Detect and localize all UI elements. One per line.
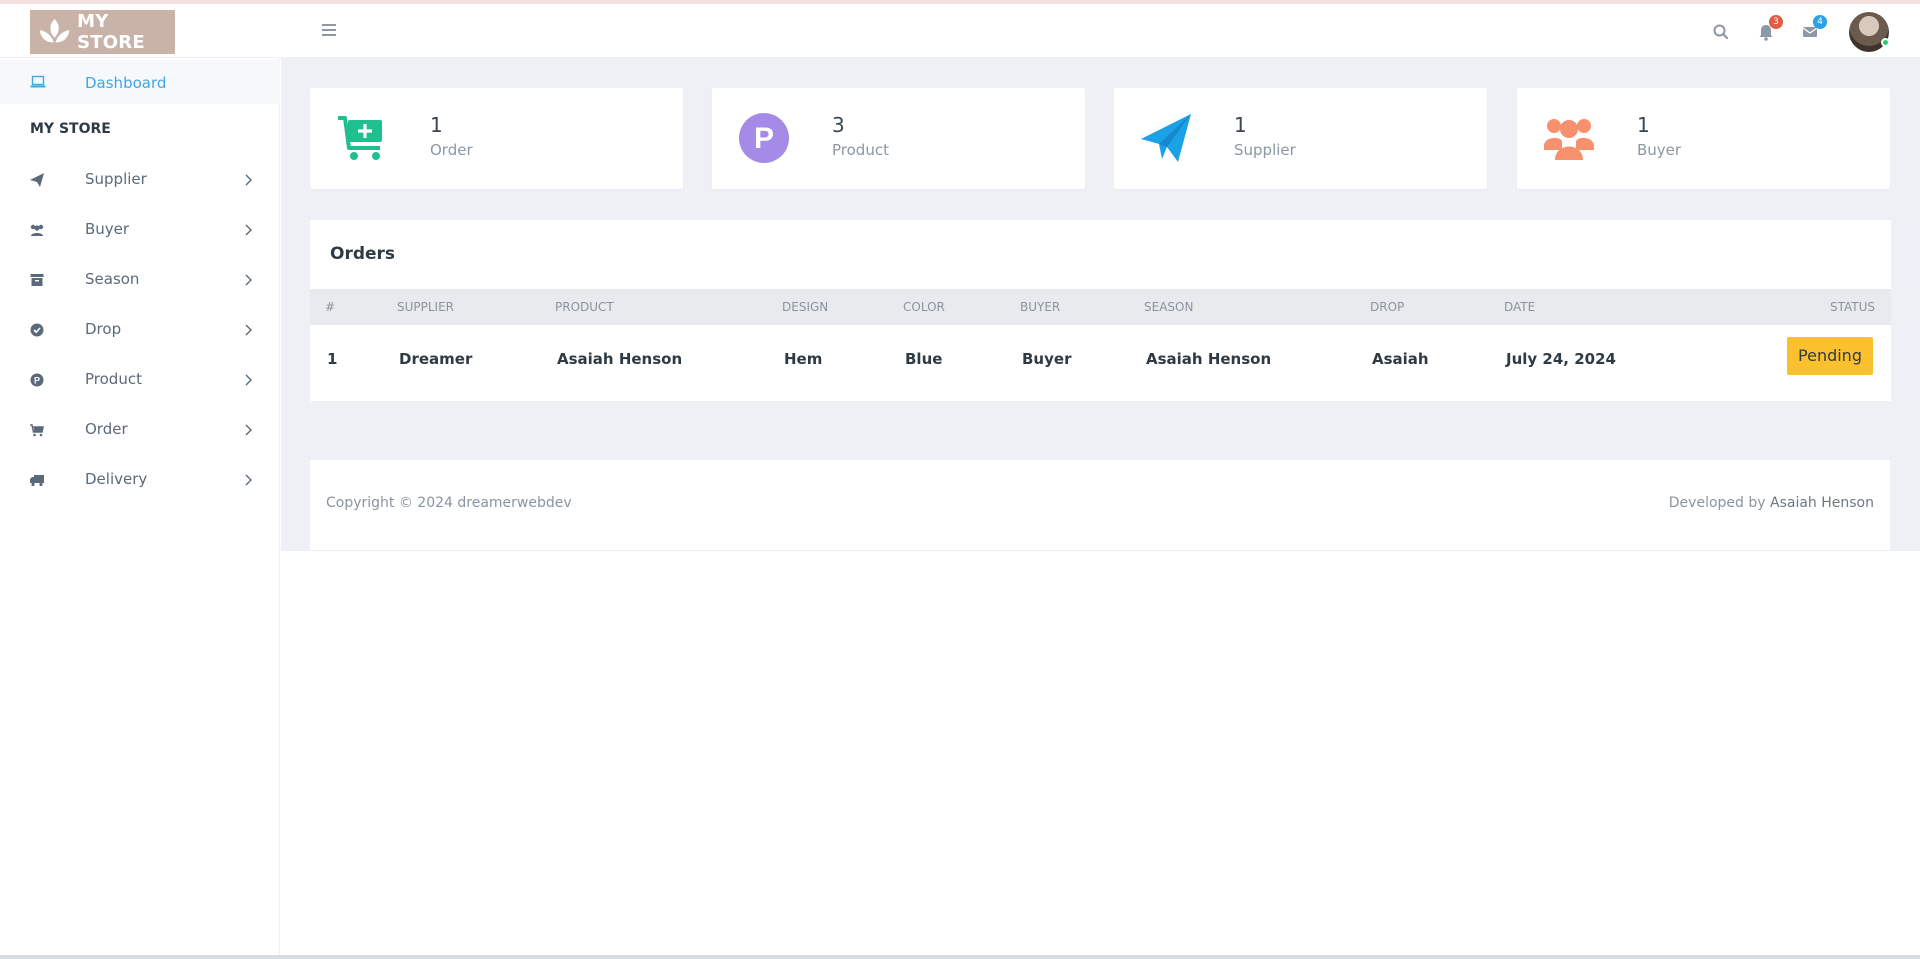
orders-table-header: # SUPPLIER PRODUCT DESIGN COLOR BUYER SE…: [310, 289, 1891, 325]
footer: Copyright © 2024 dreamerwebdev Developed…: [310, 460, 1890, 550]
chevron-right-icon: [245, 224, 252, 236]
search-icon[interactable]: [1707, 18, 1735, 46]
stat-value: 1: [1637, 113, 1650, 137]
column-header-buyer: BUYER: [1020, 300, 1061, 314]
sidebar-item-label: Delivery: [85, 470, 148, 488]
stat-value: 3: [832, 113, 845, 137]
stat-value: 1: [1234, 113, 1247, 137]
chevron-right-icon: [245, 474, 252, 486]
laptop-icon: [30, 75, 46, 88]
users-icon: [30, 224, 44, 236]
stat-label: Order: [430, 141, 473, 159]
notification-count-badge: 3: [1769, 15, 1783, 29]
sidebar-item-drop[interactable]: Drop: [0, 307, 280, 353]
cell-buyer: Buyer: [1022, 350, 1072, 368]
svg-text:P: P: [754, 122, 774, 155]
sidebar-item-order[interactable]: Order: [0, 407, 280, 453]
bell-icon[interactable]: 3: [1752, 15, 1783, 46]
stat-value: 1: [430, 113, 443, 137]
archive-icon: [30, 274, 44, 286]
column-header-drop: DROP: [1370, 300, 1405, 314]
table-row[interactable]: 1 Dreamer Asaiah Henson Hem Blue Buyer A…: [310, 325, 1891, 401]
sidebar-item-season[interactable]: Season: [0, 257, 280, 303]
sidebar-item-delivery[interactable]: Delivery: [0, 457, 280, 503]
sidebar-item-label: Drop: [85, 320, 122, 338]
chevron-right-icon: [245, 174, 252, 186]
sidebar-item-buyer[interactable]: Buyer: [0, 207, 280, 253]
stat-label: Product: [832, 141, 889, 159]
menu-toggle-icon[interactable]: [322, 21, 344, 41]
sidebar-item-label: Product: [85, 370, 142, 388]
leaf-logo-icon: [39, 19, 70, 43]
cell-product: Asaiah Henson: [557, 350, 683, 368]
cell-drop: Asaiah: [1372, 350, 1429, 368]
stat-card-product[interactable]: P 3 Product: [712, 88, 1085, 189]
developed-by-label: Developed by: [1668, 495, 1766, 511]
sidebar-item-label: Supplier: [85, 170, 147, 188]
sidebar-item-label: Dashboard: [85, 74, 167, 92]
developer-credit: Developed by Asaiah Henson: [1669, 495, 1874, 511]
sidebar-item-product[interactable]: P Product: [0, 357, 280, 403]
column-header-date: DATE: [1504, 300, 1536, 314]
column-header-product: PRODUCT: [555, 300, 614, 314]
paper-plane-icon: [1141, 114, 1191, 162]
copyright-text: Copyright © 2024 dreamerwebdev: [326, 495, 572, 511]
cell-season: Asaiah Henson: [1146, 350, 1272, 368]
product-p-icon: P: [739, 113, 789, 163]
user-avatar[interactable]: [1849, 12, 1890, 52]
cell-design: Hem: [784, 350, 823, 368]
chevron-right-icon: [245, 324, 252, 336]
stat-card-order[interactable]: 1 Order: [310, 88, 683, 189]
sidebar-item-label: Season: [85, 270, 140, 288]
orders-panel: Orders # SUPPLIER PRODUCT DESIGN COLOR B…: [310, 220, 1891, 401]
paper-plane-icon: [30, 173, 44, 187]
column-header-supplier: SUPPLIER: [397, 300, 455, 314]
chevron-right-icon: [245, 274, 252, 286]
users-icon: [1544, 119, 1594, 160]
cell-num: 1: [327, 350, 338, 368]
stat-label: Supplier: [1234, 141, 1296, 159]
brand-name: MY STORE: [77, 11, 145, 53]
truck-icon: [30, 475, 44, 487]
chevron-right-icon: [245, 374, 252, 386]
column-header-season: SEASON: [1144, 300, 1194, 314]
column-header-design: DESIGN: [782, 300, 829, 314]
column-header-num: #: [325, 300, 336, 314]
cell-color: Blue: [905, 350, 943, 368]
cell-supplier: Dreamer: [399, 350, 473, 368]
check-circle-icon: [30, 323, 44, 337]
online-status-dot: [1881, 38, 1890, 47]
message-count-badge: 4: [1813, 15, 1827, 29]
column-header-status: STATUS: [1830, 300, 1876, 314]
cart-icon: [30, 424, 44, 437]
stat-card-buyer[interactable]: 1 Buyer: [1517, 88, 1890, 189]
chevron-right-icon: [245, 424, 252, 436]
envelope-icon[interactable]: 4: [1796, 15, 1827, 46]
orders-title: Orders: [330, 244, 396, 264]
stat-label: Buyer: [1637, 141, 1682, 159]
sidebar-item-label: Buyer: [85, 220, 130, 238]
sidebar-section-title: MY STORE: [30, 121, 111, 137]
stat-card-supplier[interactable]: 1 Supplier: [1114, 88, 1487, 189]
top-header: MY STORE 3 4: [0, 4, 1920, 58]
bottom-scrollbar-track: [0, 955, 1920, 959]
svg-text:P: P: [34, 376, 40, 386]
developer-link[interactable]: Asaiah Henson: [1770, 495, 1874, 511]
sidebar-item-label: Order: [85, 420, 128, 438]
sidebar-item-supplier[interactable]: Supplier: [0, 157, 280, 203]
cell-date: July 24, 2024: [1506, 350, 1616, 368]
sidebar-item-dashboard[interactable]: Dashboard: [0, 60, 280, 104]
cart-plus-icon: [338, 116, 382, 160]
column-header-color: COLOR: [903, 300, 945, 314]
brand-logo[interactable]: MY STORE: [30, 10, 175, 54]
sidebar: Dashboard MY STORE Supplier Buyer Season…: [0, 58, 280, 959]
status-badge[interactable]: Pending: [1787, 337, 1873, 375]
product-p-icon: P: [30, 373, 44, 387]
